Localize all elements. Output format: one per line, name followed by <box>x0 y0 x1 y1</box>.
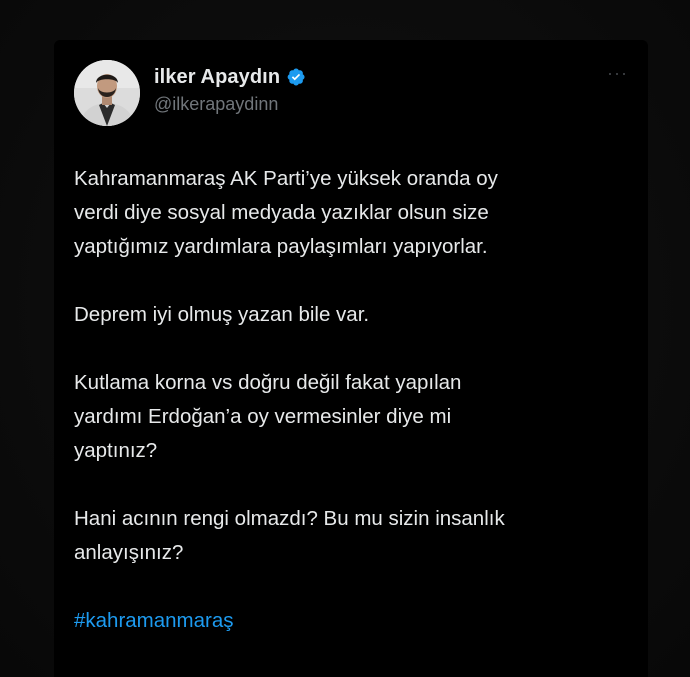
author-name-row: ilker Apaydın <box>154 64 306 90</box>
author-handle[interactable]: @ilkerapaydinn <box>154 94 278 115</box>
tweet-card[interactable]: ilker Apaydın @ilkerapaydinn ··· Kahrama… <box>54 40 648 677</box>
tweet-text: Kahramanmaraş AK Parti’ye yüksek oranda … <box>74 162 634 638</box>
author-display-name[interactable]: ilker Apaydın <box>154 66 280 89</box>
tweet-paragraph-2: Deprem iyi olmuş yazan bile var. <box>74 303 370 326</box>
profile-photo-icon <box>74 60 140 126</box>
hashtag-link[interactable]: #kahramanmaraş <box>74 604 634 638</box>
verified-badge-icon <box>286 67 306 87</box>
tweet-header: ilker Apaydın @ilkerapaydinn ··· <box>74 60 628 126</box>
avatar[interactable] <box>74 60 140 126</box>
tweet-paragraph-4: Hani acının rengi olmazdı? Bu mu sizin i… <box>74 507 505 564</box>
tweet-paragraph-3: Kutlama korna vs doğru değil fakat yapıl… <box>74 371 462 462</box>
screenshot-background: ilker Apaydın @ilkerapaydinn ··· Kahrama… <box>0 0 690 677</box>
tweet-paragraph-1: Kahramanmaraş AK Parti’ye yüksek oranda … <box>74 167 498 258</box>
more-options-icon[interactable]: ··· <box>607 64 628 82</box>
